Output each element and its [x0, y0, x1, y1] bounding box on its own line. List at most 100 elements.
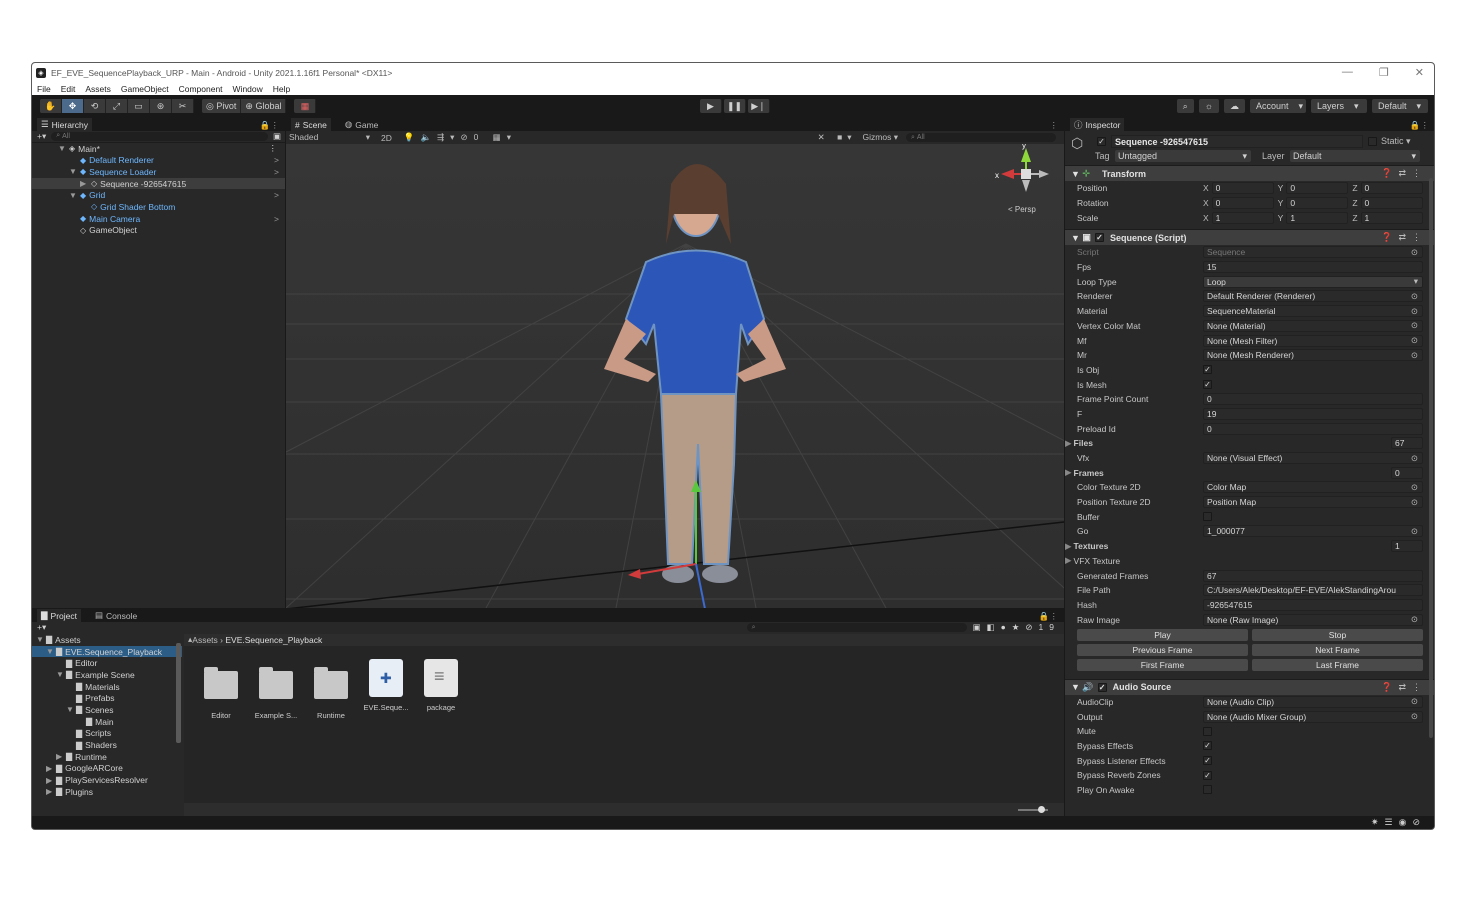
- scale-z-value[interactable]: 1: [1360, 211, 1424, 224]
- project-tree-item[interactable]: ▶ ▇ Plugins: [32, 786, 182, 798]
- transform-tool-icon[interactable]: ⊛: [150, 99, 172, 113]
- material-object-field[interactable]: SequenceMaterial ⊙: [1203, 305, 1423, 318]
- scale-y-value[interactable]: 1: [1286, 211, 1349, 224]
- icon-size-slider[interactable]: [1018, 806, 1048, 813]
- menu-item-assets[interactable]: Assets: [85, 84, 111, 94]
- static-dropdown[interactable]: Static ▾: [1381, 136, 1411, 147]
- next-frame-button[interactable]: Next Frame: [1252, 643, 1423, 656]
- project-tree-item[interactable]: ▼ ▇ EVE.Sequence_Playback: [32, 645, 182, 658]
- pivot-toggle[interactable]: ◎ Pivot: [202, 99, 242, 113]
- project-tree-item[interactable]: ▇ Editor: [32, 657, 182, 669]
- project-tree-item[interactable]: ▼ ▇ Assets: [32, 634, 182, 646]
- rect-tool-icon[interactable]: ▭: [128, 99, 150, 113]
- output-object-field[interactable]: None (Audio Mixer Group) ⊙: [1203, 710, 1423, 723]
- renderer-object-field[interactable]: Default Renderer (Renderer) ⊙: [1203, 290, 1423, 303]
- loop-type-dropdown[interactable]: Loop ▾: [1203, 275, 1423, 288]
- textures-count-field[interactable]: 1: [1391, 540, 1423, 553]
- bypass-effects-checkbox[interactable]: ✓: [1203, 741, 1212, 751]
- hierarchy-item[interactable]: ◆ Default Renderer >: [32, 154, 285, 166]
- previous-frame-button[interactable]: Previous Frame: [1077, 643, 1248, 656]
- add-button[interactable]: +▾: [37, 131, 46, 142]
- last-frame-button[interactable]: Last Frame: [1252, 658, 1423, 671]
- object-picker-icon[interactable]: ⊙: [1411, 306, 1418, 316]
- rotation-x-value[interactable]: 0: [1211, 197, 1274, 210]
- asset-item[interactable]: ✚ EVE.Seque...: [363, 659, 409, 712]
- object-picker-icon[interactable]: ⊙: [1411, 453, 1418, 463]
- chevron-right-icon[interactable]: >: [274, 190, 279, 200]
- panel-menu-icon[interactable]: 🔒⋮: [1039, 611, 1058, 622]
- raw-image-object-field[interactable]: None (Raw Image) ⊙: [1203, 613, 1423, 626]
- scene-view[interactable]: # Scene ◍ Game ⋮ Shaded ▾ 2D 💡🔈⇶▾⊘0 ▦▾ ✕ ■▾…: [286, 118, 1064, 608]
- x-field[interactable]: X0: [1203, 197, 1274, 210]
- foldout-arrow-icon[interactable]: ▶: [80, 179, 88, 188]
- search-button[interactable]: ⌕: [1176, 99, 1194, 113]
- scene-root-item[interactable]: ▼ ◈ Main* ⋮: [32, 143, 285, 155]
- play-on-awake-checkbox[interactable]: [1203, 785, 1212, 795]
- asset-item[interactable]: ≡ package: [418, 659, 464, 712]
- gameobject-name-field[interactable]: Sequence -926547615: [1111, 135, 1363, 148]
- custom-tool-icon[interactable]: ✂: [172, 99, 194, 113]
- foldout-arrow-icon[interactable]: ▶: [46, 787, 53, 796]
- menu-item-component[interactable]: Component: [179, 84, 223, 94]
- 2d-toggle[interactable]: 2D: [381, 133, 392, 143]
- project-search-input[interactable]: ⌕: [746, 623, 967, 633]
- project-tree-item[interactable]: ▼ ▇ Scenes: [32, 704, 182, 716]
- hierarchy-search-input[interactable]: ⌕ All: [51, 131, 268, 141]
- tab-inspector[interactable]: ⓘ Inspector: [1070, 118, 1125, 131]
- fps-field[interactable]: 15: [1203, 261, 1423, 274]
- chevron-right-icon[interactable]: >: [274, 155, 279, 165]
- x-field[interactable]: X0: [1203, 182, 1274, 195]
- project-tree-item[interactable]: ▇ Main: [32, 716, 182, 728]
- scene-search-input[interactable]: ⌕ All: [906, 133, 1056, 142]
- panel-menu-icon[interactable]: ⋮: [1050, 120, 1059, 131]
- close-button[interactable]: ✕: [1415, 66, 1424, 79]
- breadcrumb-current[interactable]: EVE.Sequence_Playback: [225, 635, 322, 645]
- go-object-field[interactable]: 1_000077 ⊙: [1203, 525, 1423, 538]
- inspector-scrollbar[interactable]: [1429, 178, 1433, 738]
- breadcrumb-assets[interactable]: Assets: [192, 635, 218, 645]
- create-asset-button[interactable]: +▾: [37, 622, 46, 633]
- kebab-menu-icon[interactable]: ⋮: [269, 143, 278, 154]
- project-tree-item[interactable]: ▇ Prefabs: [32, 692, 182, 704]
- generated-frames-field[interactable]: 67: [1203, 569, 1423, 582]
- menu-item-window[interactable]: Window: [233, 84, 263, 94]
- z-field[interactable]: Z0: [1352, 182, 1424, 195]
- tab-project[interactable]: ▇ Project: [37, 609, 82, 622]
- grid-snap-button[interactable]: ▦: [294, 99, 317, 113]
- component-menu-icons[interactable]: ❓⇄⋮: [1381, 232, 1427, 243]
- gizmos-dropdown[interactable]: Gizmos ▾: [863, 132, 898, 143]
- y-field[interactable]: Y0: [1278, 182, 1349, 195]
- active-checkbox[interactable]: ✓: [1097, 137, 1106, 146]
- perspective-label[interactable]: < Persp: [1008, 205, 1036, 214]
- asset-item[interactable]: Editor: [198, 659, 244, 720]
- object-picker-icon[interactable]: ⊙: [1411, 247, 1418, 257]
- y-field[interactable]: Y0: [1278, 197, 1349, 210]
- frame-point-count-field[interactable]: 0: [1203, 393, 1423, 406]
- position-z-value[interactable]: 0: [1360, 182, 1424, 195]
- foldout-arrow-icon[interactable]: ▶: [46, 776, 53, 785]
- x-field[interactable]: X1: [1203, 211, 1274, 224]
- object-picker-icon[interactable]: ⊙: [1411, 615, 1418, 625]
- y-field[interactable]: Y1: [1278, 211, 1349, 224]
- tree-scrollbar[interactable]: [176, 643, 181, 743]
- mute-checkbox[interactable]: [1203, 726, 1212, 736]
- pause-button[interactable]: ❚❚: [724, 99, 746, 113]
- position-x-value[interactable]: 0: [1211, 182, 1274, 195]
- menu-item-edit[interactable]: Edit: [61, 84, 76, 94]
- menu-item-file[interactable]: File: [37, 84, 51, 94]
- object-picker-icon[interactable]: ⊙: [1411, 482, 1418, 492]
- transform-component-header[interactable]: ▼ ⊹ Transform ❓⇄⋮: [1065, 165, 1434, 181]
- scene-visibility-icon[interactable]: ▣: [273, 131, 281, 142]
- vertex-color-mat-object-field[interactable]: None (Material) ⊙: [1203, 319, 1423, 332]
- mr-object-field[interactable]: None (Mesh Renderer) ⊙: [1203, 349, 1423, 362]
- hierarchy-item[interactable]: ▼ ◆ Grid >: [32, 189, 285, 201]
- object-picker-icon[interactable]: ⊙: [1411, 497, 1418, 507]
- menu-item-help[interactable]: Help: [273, 84, 290, 94]
- play-button[interactable]: Play: [1077, 628, 1248, 641]
- foldout-arrow-icon[interactable]: ▼: [66, 705, 74, 714]
- layers-dropdown[interactable]: Layers ▾: [1311, 99, 1367, 113]
- scale-x-value[interactable]: 1: [1211, 211, 1274, 224]
- sequence-script-header[interactable]: ▼ ▣ ✓ Sequence (Script) ❓⇄⋮: [1065, 229, 1434, 246]
- object-picker-icon[interactable]: ⊙: [1411, 291, 1418, 301]
- chevron-right-icon[interactable]: >: [274, 167, 279, 177]
